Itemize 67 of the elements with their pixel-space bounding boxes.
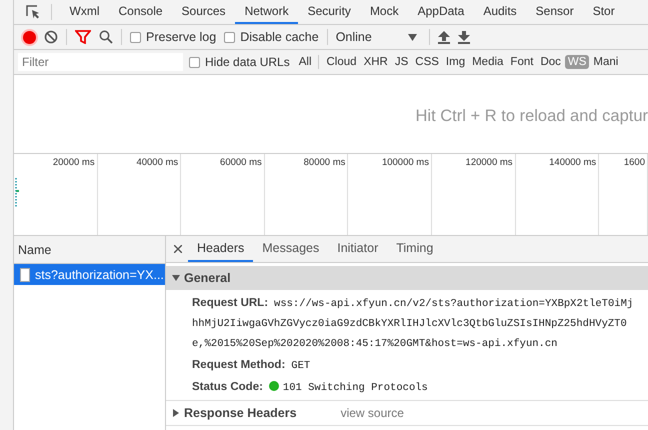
field-value: GET — [291, 360, 310, 372]
search-icon[interactable] — [99, 30, 113, 44]
panel-tab[interactable]: Wxml — [60, 0, 109, 24]
type-filter[interactable]: Font — [507, 55, 536, 69]
section-header[interactable]: General — [166, 266, 648, 290]
request-row[interactable]: sts?authorization=YX... — [14, 264, 165, 285]
time-tick: 100000 ms — [348, 154, 432, 235]
type-filter[interactable]: Media — [469, 55, 506, 69]
panel-tab[interactable]: Sensor — [526, 0, 584, 24]
waterfall-marks-drawing — [15, 178, 19, 208]
type-filter[interactable]: Mani — [590, 55, 622, 69]
time-tick: 1600 — [599, 154, 648, 235]
panel-tab[interactable]: Stor — [583, 0, 624, 24]
panel-tab[interactable]: Security — [298, 0, 360, 24]
detail-tab[interactable]: Headers — [188, 236, 254, 262]
time-tick: 80000 ms — [264, 154, 348, 235]
hint-text: Hit Ctrl + R to reload and captur — [416, 106, 648, 126]
upload-icon[interactable] — [438, 30, 450, 44]
type-filter[interactable]: Img — [442, 55, 468, 69]
record-button[interactable] — [23, 30, 36, 44]
caret-icon — [172, 274, 180, 282]
detail-tab[interactable]: Messages — [253, 236, 328, 262]
time-tick: 40000 ms — [98, 154, 182, 235]
field-value: 101 Switching Protocols — [282, 382, 428, 394]
detail-tab[interactable]: Initiator — [328, 236, 388, 262]
type-filter[interactable]: JS — [392, 55, 412, 69]
panel-tab[interactable]: Mock — [360, 0, 408, 24]
field-label: Request Method: — [192, 359, 286, 371]
filter-icon[interactable] — [75, 30, 91, 44]
type-filter[interactable]: All — [296, 55, 318, 69]
field-label: Status Code: — [192, 381, 263, 393]
hide-data-urls-checkbox[interactable]: Hide data URLs — [189, 55, 290, 69]
caret-icon — [172, 409, 180, 417]
field-label: Request URL: — [192, 297, 268, 309]
panel-tab[interactable]: Sources — [172, 0, 236, 24]
field-value: e,%2015%20Sep%202020%2008:45:17%20GMT&host=ws-api.xfyun.cn — [192, 337, 558, 352]
clear-icon[interactable] — [44, 30, 58, 44]
panel-tab[interactable]: Console — [109, 0, 172, 24]
column-header: Name — [14, 236, 165, 264]
type-filter[interactable]: CSS — [412, 55, 442, 69]
preserve-log-checkbox[interactable]: Preserve log — [130, 30, 216, 44]
detail-tab[interactable]: Timing — [387, 236, 442, 262]
field-value: hhMjU2IiwgaGVhZGVycz0iaG9zdCBkYXRlIHJlcXVlc3QtbGluZSIsIHNpZ25hdHVyZT0 — [192, 317, 627, 332]
download-icon[interactable] — [458, 30, 470, 44]
panel-tab[interactable]: AppData — [408, 0, 474, 24]
field-value: wss://ws-api.xfyun.cn/v2/sts?authorization=YXBpX2tleT0iMj — [274, 298, 634, 310]
section-header[interactable]: Response Headers view source — [166, 401, 648, 425]
time-tick: 60000 ms — [181, 154, 265, 235]
panel-tab[interactable]: Audits — [474, 0, 526, 24]
view-source-link[interactable]: view source — [340, 406, 404, 420]
filter-field[interactable]: Filter — [18, 53, 183, 71]
disable-cache-checkbox[interactable]: Disable cache — [224, 30, 319, 44]
request-name: sts?authorization=YX... — [35, 268, 164, 282]
time-tick: 120000 ms — [432, 154, 516, 235]
time-tick: 20000 ms — [14, 154, 98, 235]
type-filter[interactable]: Doc — [537, 55, 564, 69]
section-title: Response Headers — [184, 406, 297, 420]
dropdown-arrow-icon — [408, 34, 417, 40]
throttling-dropdown[interactable]: Online — [336, 30, 421, 44]
status-dot-icon — [268, 381, 279, 391]
type-filter[interactable]: XHR — [360, 55, 391, 69]
file-icon — [20, 268, 30, 282]
inspect-icon[interactable] — [24, 4, 40, 20]
section-title: General — [184, 271, 231, 285]
type-filter[interactable]: Cloud — [324, 55, 360, 69]
close-icon[interactable] — [174, 245, 182, 253]
time-tick: 140000 ms — [516, 154, 600, 235]
